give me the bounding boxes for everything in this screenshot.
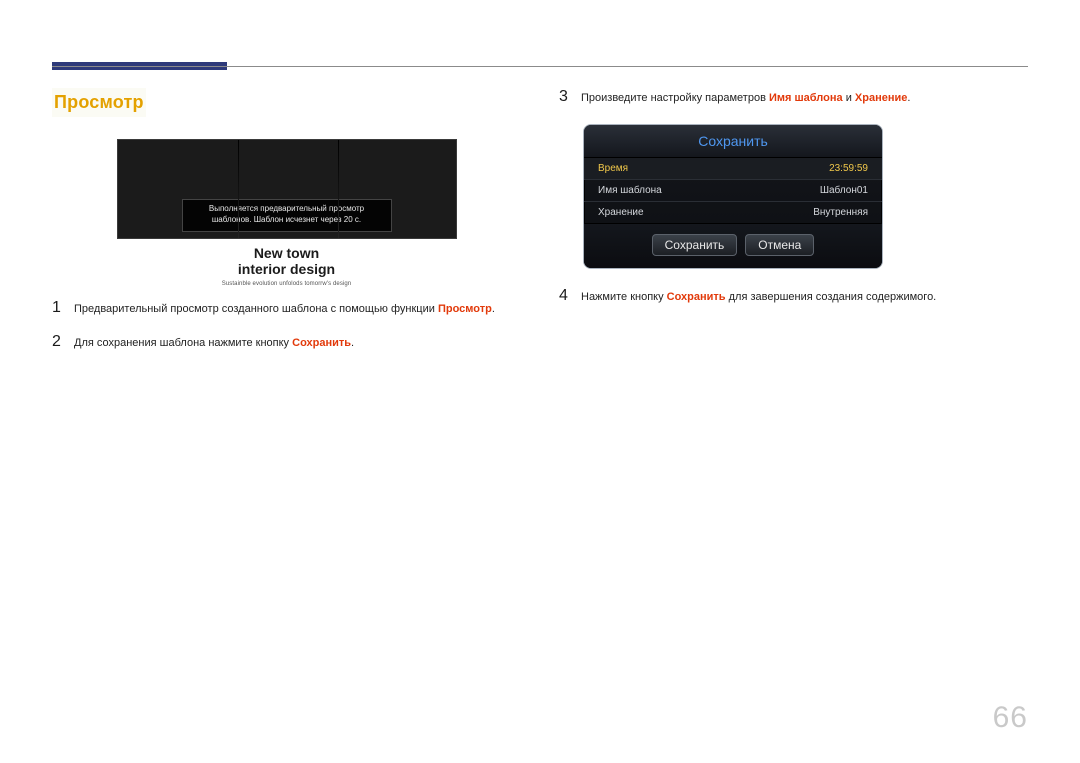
dialog-row-storage[interactable]: Хранение Внутренняя: [584, 201, 882, 223]
preview-caption: New town interior design Sustainble evol…: [222, 239, 351, 287]
row-label: Имя шаблона: [598, 185, 662, 196]
dialog-row-time[interactable]: Время 23:59:59: [584, 158, 882, 179]
row-label: Время: [598, 163, 628, 174]
dialog-buttons: Сохранить Отмена: [584, 223, 882, 268]
text-highlight-2: Хранение: [855, 92, 907, 104]
row-value: Внутренняя: [813, 207, 868, 218]
row-value: 23:59:59: [829, 163, 868, 174]
text-pre: Предварительный просмотр созданного шабл…: [74, 303, 438, 315]
save-button[interactable]: Сохранить: [652, 234, 738, 256]
overlay-line-2: шаблонов. Шаблон исчезнет через 20 с.: [193, 215, 381, 225]
preview-illustration: Выполняется предварительный просмотр шаб…: [117, 139, 457, 287]
step-4: 4 Нажмите кнопку Сохранить для завершени…: [559, 287, 1028, 305]
text-highlight: Просмотр: [438, 303, 492, 315]
preview-screen: Выполняется предварительный просмотр шаб…: [117, 139, 457, 239]
text-pre: Нажмите кнопку: [581, 291, 667, 303]
text-post: .: [351, 337, 354, 349]
row-value: Шаблон01: [820, 185, 868, 196]
text-post: .: [907, 92, 910, 104]
step-2: 2 Для сохранения шаблона нажмите кнопку …: [52, 333, 521, 351]
step-number: 2: [52, 333, 74, 351]
section-title-preview: Просмотр: [52, 88, 146, 117]
row-label: Хранение: [598, 207, 644, 218]
text-post: .: [492, 303, 495, 315]
right-column: 3 Произведите настройку параметров Имя ш…: [559, 88, 1028, 367]
left-steps: 1 Предварительный просмотр созданного ша…: [52, 299, 521, 351]
step-number: 1: [52, 299, 74, 317]
step-text: Для сохранения шаблона нажмите кнопку Со…: [74, 336, 354, 351]
save-dialog: Сохранить Время 23:59:59 Имя шаблона Шаб…: [583, 124, 883, 269]
step-text: Произведите настройку параметров Имя шаб…: [581, 91, 910, 106]
text-post: для завершения создания содержимого.: [726, 291, 937, 303]
dialog-title: Сохранить: [584, 125, 882, 158]
step-number: 3: [559, 88, 581, 106]
text-highlight-1: Имя шаблона: [769, 92, 843, 104]
preview-overlay-message: Выполняется предварительный просмотр шаб…: [182, 199, 392, 232]
text-pre: Произведите настройку параметров: [581, 92, 769, 104]
header-rule: [52, 66, 1028, 67]
caption-sub: Sustainble evolution unfolods tomorrw's …: [222, 281, 351, 287]
page-content: Просмотр Выполняется предварительный про…: [52, 88, 1028, 367]
page-number: 66: [993, 701, 1028, 735]
step-3: 3 Произведите настройку параметров Имя ш…: [559, 88, 1028, 106]
cancel-button[interactable]: Отмена: [745, 234, 814, 256]
dialog-row-template-name[interactable]: Имя шаблона Шаблон01: [584, 179, 882, 201]
text-highlight: Сохранить: [292, 337, 351, 349]
caption-line-2: interior design: [222, 261, 351, 277]
caption-line-1: New town: [222, 245, 351, 261]
step-1: 1 Предварительный просмотр созданного ша…: [52, 299, 521, 317]
text-pre: Для сохранения шаблона нажмите кнопку: [74, 337, 292, 349]
step-number: 4: [559, 287, 581, 305]
step-text: Нажмите кнопку Сохранить для завершения …: [581, 290, 936, 305]
text-highlight: Сохранить: [667, 291, 726, 303]
step-text: Предварительный просмотр созданного шабл…: [74, 302, 495, 317]
text-mid: и: [843, 92, 855, 104]
left-column: Просмотр Выполняется предварительный про…: [52, 88, 521, 367]
overlay-line-1: Выполняется предварительный просмотр: [193, 204, 381, 214]
save-dialog-illustration: Сохранить Время 23:59:59 Имя шаблона Шаб…: [583, 124, 1028, 269]
